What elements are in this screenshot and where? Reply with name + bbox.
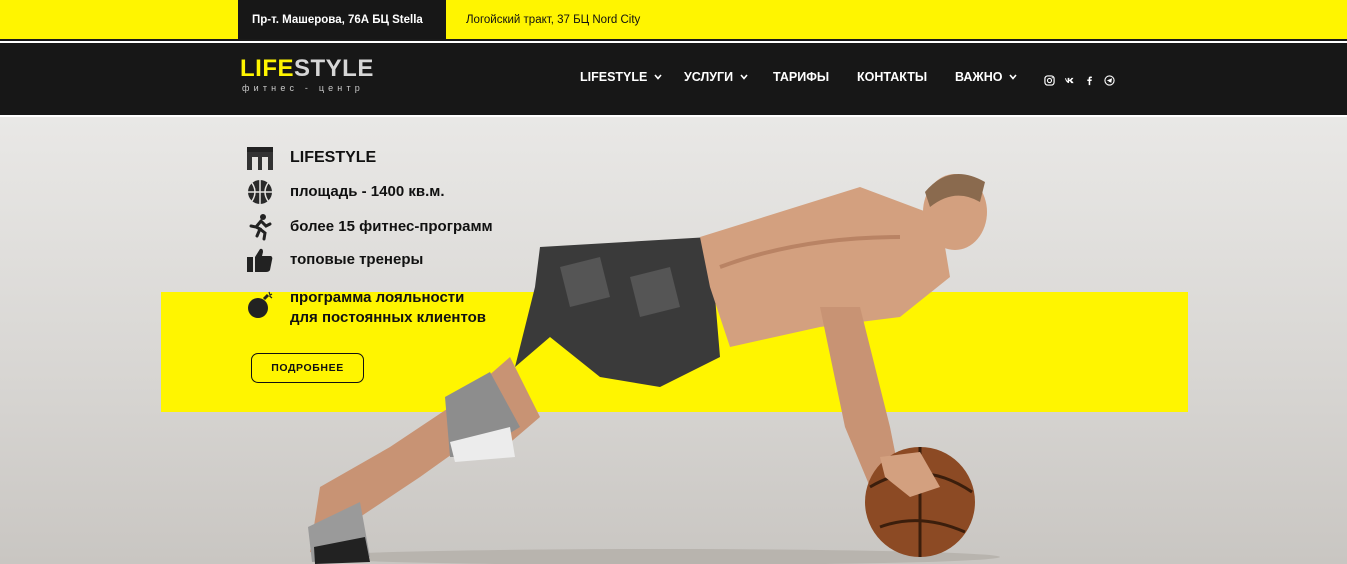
feature-item: топовые тренеры	[240, 243, 423, 277]
basketball-icon	[240, 175, 280, 209]
address-tab-stella[interactable]: Пр-т. Машерова, 76А БЦ Stella	[238, 0, 446, 39]
more-button[interactable]: ПОДРОБНЕЕ	[251, 353, 364, 383]
nav-label: LIFESTYLE	[580, 70, 648, 84]
address-bar: Пр-т. Машерова, 76А БЦ Stella Логойский …	[0, 0, 1347, 41]
feature-text: LIFESTYLE	[290, 149, 377, 166]
feature-item: более 15 фитнес-программ	[240, 210, 493, 244]
feature-item: площадь - 1400 кв.м.	[240, 175, 445, 209]
bomb-icon	[240, 288, 280, 322]
chevron-down-icon[interactable]	[1007, 70, 1019, 84]
feature-item: программа лояльности для постоянных клие…	[240, 288, 486, 328]
feature-text: программа лояльности для постоянных клие…	[290, 288, 486, 328]
instagram-icon[interactable]	[1042, 73, 1056, 87]
thumbs-up-icon	[240, 243, 280, 277]
logo[interactable]: LIFESTYLE фитнес - центр	[224, 57, 434, 101]
chevron-down-icon[interactable]	[652, 70, 664, 84]
gym-building-icon	[240, 141, 280, 175]
logo-wordmark: LIFESTYLE	[224, 57, 434, 81]
feature-text-line: программа лояльности	[290, 289, 465, 306]
nav-contacts[interactable]: КОНТАКТЫ	[857, 57, 927, 97]
feature-text: более 15 фитнес-программ	[290, 218, 493, 235]
feature-text: площадь - 1400 кв.м.	[290, 183, 445, 200]
logo-subtitle: фитнес - центр	[242, 83, 364, 93]
runner-icon	[240, 210, 280, 244]
logo-style: STYLE	[294, 55, 374, 82]
address-label: Логойский тракт, 37 БЦ Nord City	[466, 13, 641, 26]
nav-important[interactable]: ВАЖНО	[955, 57, 1019, 97]
facebook-icon[interactable]	[1082, 73, 1096, 87]
nav-label: УСЛУГИ	[684, 70, 734, 84]
vk-icon[interactable]	[1062, 73, 1076, 87]
logo-life: LIFE	[240, 55, 294, 82]
feature-text: топовые тренеры	[290, 251, 424, 268]
nav-label: КОНТАКТЫ	[857, 70, 928, 84]
nav-services[interactable]: УСЛУГИ	[684, 57, 750, 97]
address-tab-nord-city[interactable]: Логойский тракт, 37 БЦ Nord City	[452, 0, 678, 39]
chevron-down-icon[interactable]	[738, 70, 750, 84]
site-header: LIFESTYLE фитнес - центр LIFESTYLE УСЛУГ…	[0, 43, 1347, 115]
feature-text-line: для постоянных клиентов	[290, 309, 487, 326]
feature-item: LIFESTYLE	[240, 141, 376, 175]
nav-tariffs[interactable]: ТАРИФЫ	[773, 57, 829, 97]
nav-label: ВАЖНО	[955, 70, 1003, 84]
social-links	[1034, 59, 1146, 101]
telegram-icon[interactable]	[1102, 73, 1116, 87]
nav-lifestyle[interactable]: LIFESTYLE	[580, 57, 664, 97]
address-label: Пр-т. Машерова, 76А БЦ Stella	[252, 13, 423, 26]
nav-label: ТАРИФЫ	[773, 70, 830, 84]
hero-section: LIFESTYLE площадь - 1400 кв.м. более 15 …	[0, 117, 1347, 564]
